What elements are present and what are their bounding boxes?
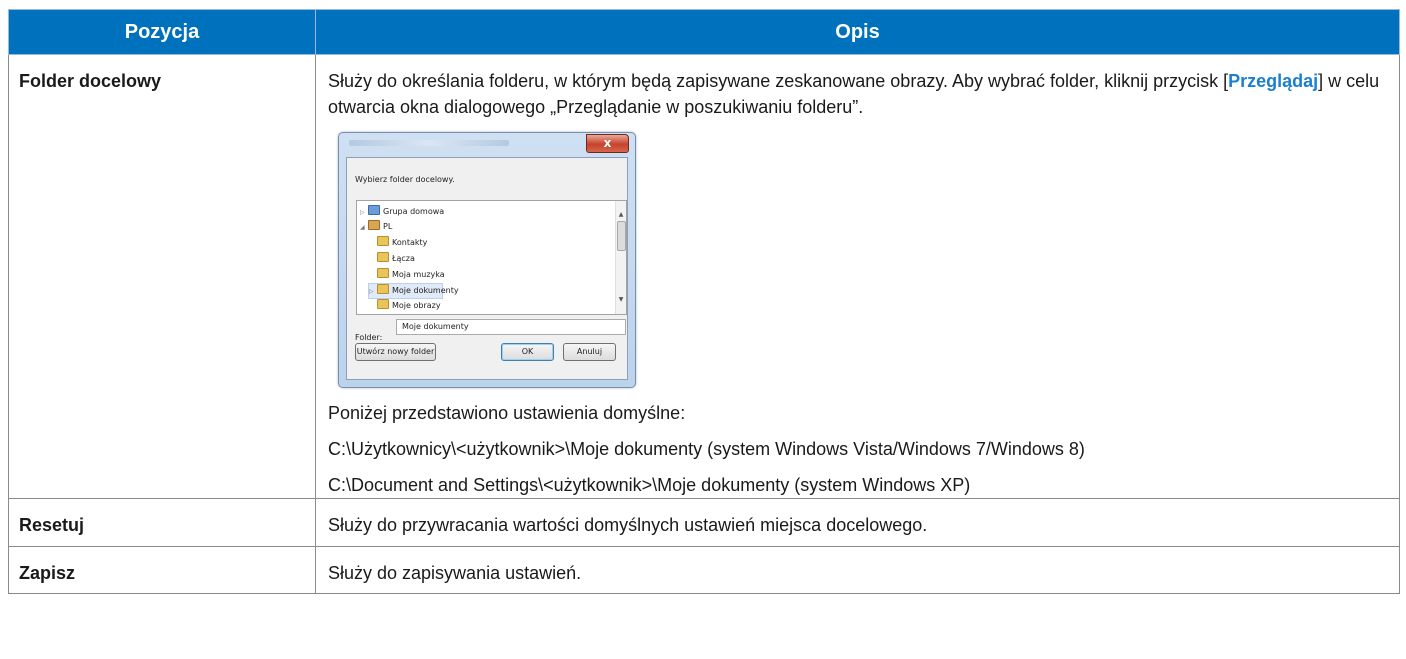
defaults-intro: Poniżej przedstawiono ustawienia domyśln… [328,403,686,423]
close-icon[interactable]: x [586,134,629,153]
documents-folder-icon [377,284,389,294]
row-key-reset: Resetuj [8,498,316,547]
scrollbar-thumb[interactable] [617,221,626,251]
header-position: Pozycja [8,9,316,55]
header-description: Opis [315,9,1400,55]
tree-item-selected[interactable]: ▷ Moje dokumenty [368,283,459,299]
folder-tree[interactable]: ▷ Grupa domowa ◢ PL Kontakty Łącza Moja mu [356,200,627,315]
default-path-xp: C:\Document and Settings\<użytkownik>\Mo… [328,475,971,495]
pictures-folder-icon [377,299,389,309]
folder-description: Służy do określania folderu, w którym bę… [328,71,1380,117]
table-row: Folder docelowy Służy do określania fold… [8,54,1400,499]
table-header-row: Pozycja Opis [8,9,1400,55]
browse-button-ref: Przeglądaj [1228,71,1319,91]
row-desc-save: Służy do zapisywania ustawień. [315,546,1400,594]
links-folder-icon [377,252,389,262]
scroll-down-icon[interactable]: ▼ [616,287,626,313]
user-folder-icon [368,220,380,230]
music-folder-icon [377,268,389,278]
tree-item[interactable]: ◢ PL [360,220,392,234]
tree-item[interactable]: Kontakty [377,236,427,250]
ok-button[interactable]: OK [501,343,554,361]
tree-item[interactable]: Moja muzyka [377,268,445,282]
tree-item[interactable]: ▷ Grupa domowa [360,205,444,219]
homegroup-icon [368,205,380,215]
cancel-button[interactable]: Anuluj [563,343,616,361]
table-row: Zapisz Służy do zapisywania ustawień. [8,546,1400,594]
contacts-folder-icon [377,236,389,246]
tree-item[interactable]: Łącza [377,252,415,266]
folder-input[interactable]: Moje dokumenty [396,319,626,335]
expand-icon[interactable]: ▷ [360,206,368,220]
expand-icon[interactable]: ▷ [369,285,377,299]
dialog-prompt: Wybierz folder docelowy. [355,175,455,184]
dialog-body: Wybierz folder docelowy. ▷ Grupa domowa ◢… [346,157,628,380]
row-desc-folder: Służy do określania folderu, w którym bę… [315,54,1400,499]
table-row: Resetuj Służy do przywracania wartości d… [8,498,1400,547]
tree-item[interactable]: Moje obrazy [377,299,441,313]
new-folder-button[interactable]: Utwórz nowy folder [355,343,436,361]
tree-scrollbar[interactable]: ▲ ▼ [615,201,626,314]
default-path-vista: C:\Użytkownicy\<użytkownik>\Moje dokumen… [328,439,1085,459]
collapse-icon[interactable]: ◢ [360,221,368,235]
row-key-save: Zapisz [8,546,316,594]
row-key-folder: Folder docelowy [8,54,316,499]
dialog-title-bar [349,140,509,146]
row-desc-reset: Służy do przywracania wartości domyślnyc… [315,498,1400,547]
options-table: Pozycja Opis Folder docelowy Służy do ok… [8,9,1400,594]
browse-folder-dialog: x Wybierz folder docelowy. ▷ Grupa domowa… [338,132,636,388]
